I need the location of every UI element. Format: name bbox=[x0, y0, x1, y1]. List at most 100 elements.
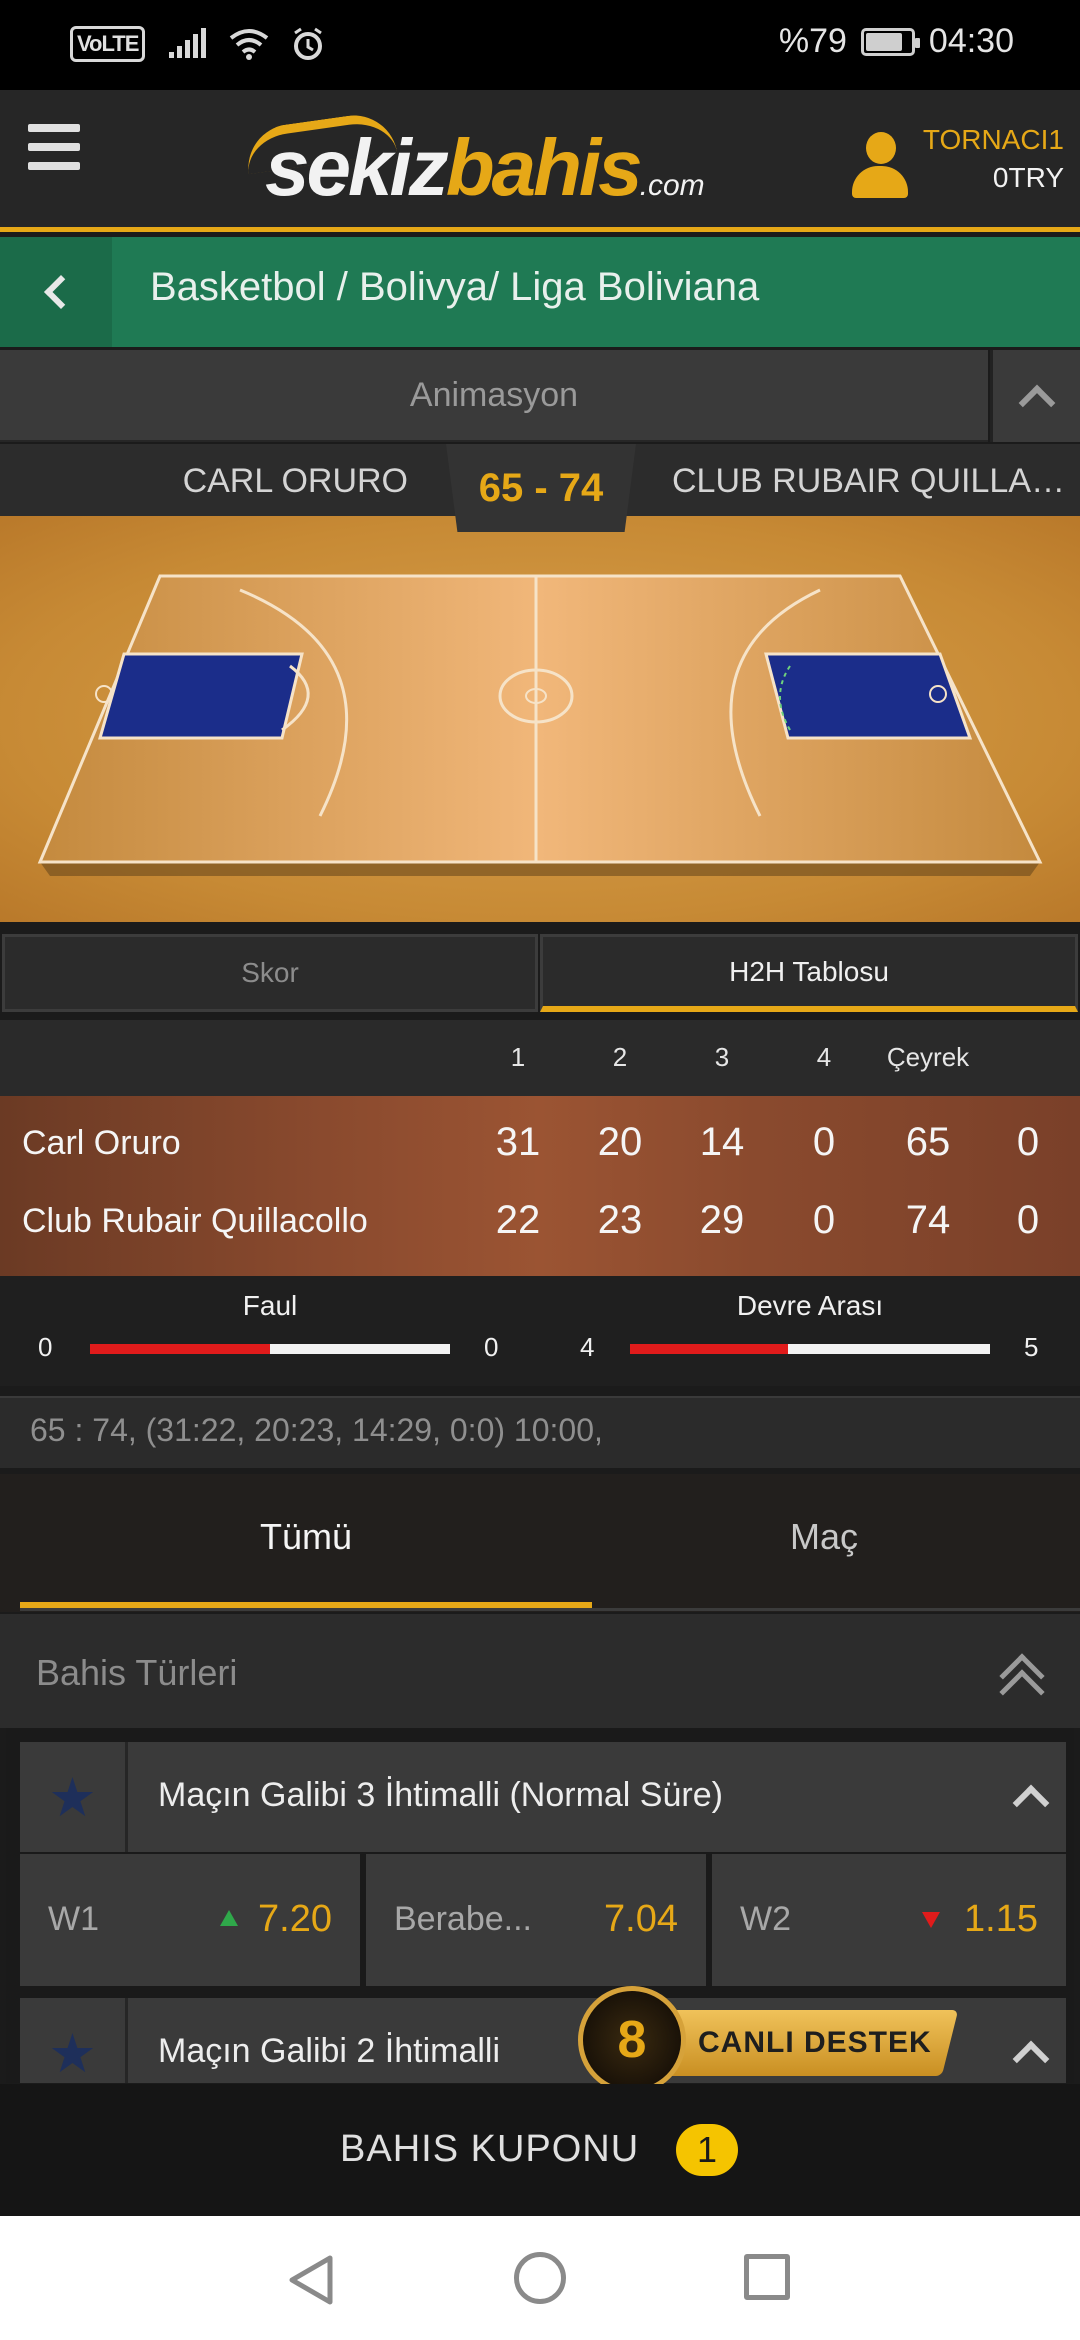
animation-collapse-button[interactable] bbox=[990, 350, 1080, 442]
breadcrumb-text: Basketbol / Bolivya/ Liga Boliviana bbox=[150, 265, 760, 309]
table-cell: 74 bbox=[905, 1198, 951, 1242]
market-title: Maçın Galibi 3 İhtimalli (Normal Süre) bbox=[158, 1776, 723, 1814]
table-row: Carl Oruro 31 20 14 0 65 0 bbox=[0, 1104, 1080, 1180]
table-cell: 0 bbox=[1016, 1120, 1040, 1164]
table-row: Club Rubair Quillacollo 22 23 29 0 74 0 bbox=[0, 1182, 1080, 1258]
odd-value: 1.15 bbox=[964, 1898, 1038, 1940]
bet-coupon-bar[interactable]: BAHIS KUPONU 1 bbox=[0, 2084, 1080, 2216]
signal-icon bbox=[169, 28, 207, 58]
tab-tumu[interactable]: Tümü bbox=[260, 1516, 352, 1558]
odd-label: W1 bbox=[48, 1900, 99, 1938]
tab-mac[interactable]: Maç bbox=[790, 1516, 858, 1558]
odd-w2[interactable]: W2 1.15 bbox=[712, 1854, 1066, 1986]
table-cell: 0 bbox=[812, 1120, 836, 1164]
stat-right-faul: 0 bbox=[484, 1332, 499, 1362]
double-chevron-up-icon[interactable] bbox=[996, 1653, 1048, 1715]
chevron-up-icon[interactable] bbox=[1012, 2040, 1050, 2078]
coupon-count-badge: 1 bbox=[676, 2124, 738, 2176]
logo[interactable]: sekizbahis.com bbox=[242, 109, 705, 210]
status-right: %79 04:30 bbox=[779, 22, 1014, 61]
animation-header[interactable]: Animasyon bbox=[0, 350, 988, 442]
table-cell: 20 bbox=[597, 1120, 643, 1164]
app-header: sekizbahis.com TORNACI1 0TRY bbox=[0, 90, 1080, 232]
away-team-name: CLUB RUBAIR QUILLACOLLO bbox=[672, 462, 1080, 500]
table-cell: 0 bbox=[812, 1198, 836, 1242]
app-screen: VoLTE %79 04:30 sekizbahis.com TORNACI1 … bbox=[0, 0, 1080, 2340]
odds-row: W1 7.20 Berabe... 7.04 W2 1.15 bbox=[20, 1854, 1066, 1986]
score-summary: 65 : 74, (31:22, 20:23, 14:29, 0:0) 10:0… bbox=[0, 1396, 1080, 1468]
live-support-label: CANLI DESTEK bbox=[698, 2026, 932, 2060]
market-title: Maçın Galibi 2 İhtimalli bbox=[158, 2032, 501, 2070]
star-icon[interactable]: ★ bbox=[20, 1998, 128, 2083]
tab-h2h[interactable]: H2H Tablosu bbox=[540, 934, 1078, 1012]
live-support-button[interactable]: CANLI DESTEK 8 bbox=[578, 1986, 959, 2094]
live-support-logo-icon: 8 bbox=[578, 1986, 686, 2094]
col-header-ceyrek: Çeyrek bbox=[886, 1042, 970, 1072]
odd-w1[interactable]: W1 7.20 bbox=[20, 1854, 360, 1986]
volte-icon: VoLTE bbox=[70, 26, 146, 62]
odd-label: W2 bbox=[740, 1900, 791, 1938]
nav-back-icon[interactable] bbox=[286, 2254, 336, 2306]
hamburger-menu-icon[interactable] bbox=[28, 124, 80, 170]
chevron-up-icon[interactable] bbox=[1012, 1784, 1050, 1822]
stat-title-devre: Devre Arası bbox=[736, 1290, 884, 1321]
table-cell: 14 bbox=[699, 1120, 745, 1164]
battery-percent: %79 bbox=[778, 22, 847, 60]
tab-skor[interactable]: Skor bbox=[2, 934, 538, 1012]
team-name: Club Rubair Quillacollo bbox=[22, 1202, 368, 1240]
stat-right-devre: 5 bbox=[1024, 1332, 1039, 1362]
stat-left-devre: 4 bbox=[580, 1332, 595, 1362]
home-team-name: CARL ORURO bbox=[182, 462, 408, 500]
status-left: VoLTE bbox=[70, 26, 325, 62]
battery-icon bbox=[860, 27, 920, 56]
system-nav-bar bbox=[0, 2216, 1080, 2340]
main-tabs: Tümü Maç bbox=[0, 1474, 1080, 1612]
clock: 04:30 bbox=[928, 22, 1014, 60]
wifi-icon bbox=[230, 29, 269, 60]
username[interactable]: TORNACI1 bbox=[923, 124, 1064, 156]
odd-draw[interactable]: Berabe... 7.04 bbox=[366, 1854, 706, 1986]
court-animation bbox=[0, 516, 1080, 922]
table-cell: 29 bbox=[699, 1198, 745, 1242]
odd-value: 7.04 bbox=[604, 1898, 678, 1940]
tab-divider bbox=[20, 1608, 1080, 1611]
match-score: 65 - 74 bbox=[446, 444, 636, 532]
col-header-1: 1 bbox=[510, 1042, 526, 1072]
live-support-label-a: CANLI bbox=[698, 2026, 795, 2059]
bet-types-title: Bahis Türleri bbox=[36, 1652, 238, 1693]
arrow-up-icon bbox=[220, 1910, 238, 1926]
breadcrumb: Basketbol / Bolivya/ Liga Boliviana bbox=[0, 237, 1080, 347]
stat-bar-faul bbox=[90, 1344, 450, 1354]
status-bar: VoLTE %79 04:30 bbox=[0, 0, 1080, 90]
bet-types-header[interactable]: Bahis Türleri bbox=[0, 1614, 1080, 1728]
logo-suffix: .com bbox=[639, 169, 705, 202]
odd-value: 7.20 bbox=[258, 1898, 332, 1940]
table-cell: 0 bbox=[1016, 1198, 1040, 1242]
chevron-up-icon bbox=[1018, 384, 1055, 422]
arrow-down-icon bbox=[922, 1912, 940, 1928]
basketball-court-icon bbox=[37, 574, 1043, 876]
score-tabs: Skor H2H Tablosu bbox=[0, 934, 1080, 1014]
user-icon[interactable] bbox=[852, 132, 908, 198]
col-header-2: 2 bbox=[612, 1042, 628, 1072]
match-stats: Faul 0 0 Devre Arası 4 5 bbox=[0, 1276, 1080, 1386]
chevron-left-icon bbox=[44, 275, 78, 309]
back-button[interactable] bbox=[0, 237, 112, 347]
col-header-3: 3 bbox=[714, 1042, 730, 1072]
odd-label: Berabe... bbox=[394, 1900, 532, 1938]
logo-text: sekizbahis.com bbox=[265, 128, 705, 208]
logo-accent: bahis bbox=[445, 123, 643, 212]
nav-recents-icon[interactable] bbox=[744, 2254, 790, 2300]
alarm-icon bbox=[294, 27, 323, 60]
team-name: Carl Oruro bbox=[22, 1124, 181, 1162]
nav-home-icon[interactable] bbox=[514, 2252, 566, 2304]
stat-title-faul: Faul bbox=[242, 1290, 298, 1321]
star-icon[interactable]: ★ bbox=[20, 1742, 128, 1852]
stat-bar-devre bbox=[630, 1344, 990, 1354]
market-header[interactable]: ★ Maçın Galibi 3 İhtimalli (Normal Süre) bbox=[20, 1742, 1066, 1852]
table-cell: 65 bbox=[905, 1120, 951, 1164]
col-header-4: 4 bbox=[816, 1042, 832, 1072]
live-support-label-b: DESTEK bbox=[804, 2026, 932, 2059]
quarter-table-header: 1 2 3 4 Çeyrek bbox=[0, 1020, 1080, 1096]
table-cell: 31 bbox=[495, 1120, 541, 1164]
